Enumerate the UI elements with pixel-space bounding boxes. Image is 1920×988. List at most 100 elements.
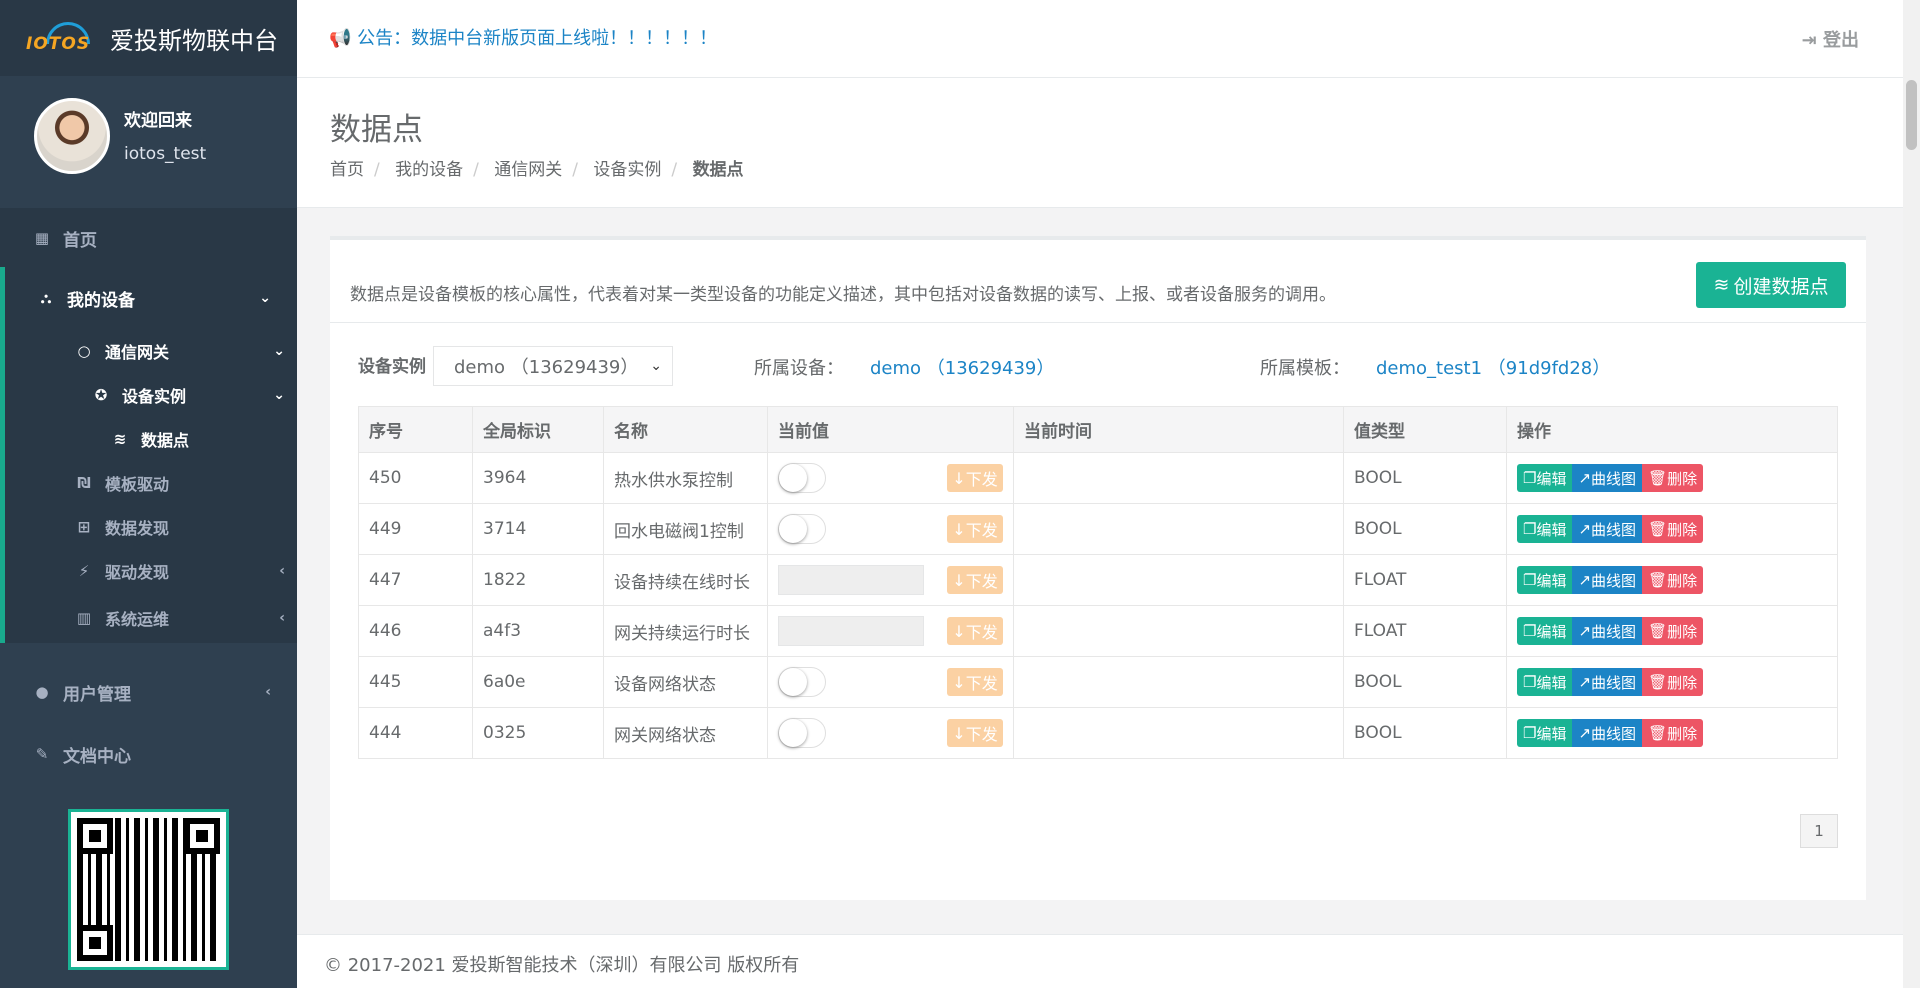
chevron-down-icon: ⌄ bbox=[650, 358, 662, 374]
sidebar-item-device-instance[interactable]: ✪ 设备实例 ⌄ bbox=[5, 373, 297, 417]
cell-actions: ❐ 编辑 ↗ 曲线图 🗑 删除 bbox=[1506, 452, 1838, 504]
pagination-page[interactable]: 1 bbox=[1800, 814, 1838, 848]
edit-label: 编辑 bbox=[1536, 673, 1567, 692]
delete-label: 删除 bbox=[1667, 673, 1698, 692]
chart-button[interactable]: ↗ 曲线图 bbox=[1572, 515, 1643, 543]
sidebar-item-template-driver[interactable]: ₪ 模板驱动 bbox=[5, 461, 297, 505]
create-data-point-button[interactable]: ≋ 创建数据点 bbox=[1696, 262, 1846, 308]
column-header[interactable]: 当前时间 bbox=[1013, 406, 1344, 453]
sidebar-item-home[interactable]: ▦ 首页 bbox=[0, 209, 297, 267]
delete-button[interactable]: 🗑 删除 bbox=[1642, 515, 1704, 543]
delete-label: 删除 bbox=[1667, 571, 1698, 590]
avatar[interactable] bbox=[34, 98, 110, 174]
device-label: 所属设备： bbox=[754, 358, 844, 379]
delete-button[interactable]: 🗑 删除 bbox=[1642, 668, 1704, 696]
trash-icon: 🗑 bbox=[1648, 673, 1668, 691]
breadcrumb-current: 数据点 bbox=[692, 160, 744, 180]
table-row: 445 6a0e 设备网络状态 ↓ 下发 BOOL ❐ 编辑 ↗ 曲线图 🗑 删除 bbox=[358, 656, 1838, 708]
cell-name: 网关网络状态 bbox=[603, 707, 768, 759]
send-button[interactable]: ↓ 下发 bbox=[947, 515, 1003, 543]
scrollbar-thumb[interactable] bbox=[1906, 80, 1917, 150]
sidebar-item-docs[interactable]: ✎ 文档中心 bbox=[0, 723, 297, 785]
page-scrollbar[interactable] bbox=[1903, 0, 1920, 988]
chart-button[interactable]: ↗ 曲线图 bbox=[1572, 668, 1643, 696]
copyright: © 2017-2021 爱投斯智能技术（深圳）有限公司 版权所有 bbox=[324, 955, 800, 976]
line-chart-icon: ↗ bbox=[1578, 571, 1592, 589]
value-input[interactable] bbox=[778, 565, 924, 595]
value-toggle[interactable] bbox=[778, 718, 826, 748]
edit-label: 编辑 bbox=[1536, 724, 1567, 743]
send-button[interactable]: ↓ 下发 bbox=[947, 566, 1003, 594]
device-link[interactable]: demo （13629439） bbox=[870, 354, 1054, 380]
column-header[interactable]: 值类型 bbox=[1343, 406, 1507, 453]
chart-button[interactable]: ↗ 曲线图 bbox=[1572, 464, 1643, 492]
sidebar-nav: ▦ 首页 ⛬ 我的设备 ⌄ ○ 通信网关 ⌄ ✪ 设备实例 ⌄ ≋ 数据点 ₪ … bbox=[0, 209, 297, 785]
value-toggle[interactable] bbox=[778, 463, 826, 493]
breadcrumb-home[interactable]: 首页 bbox=[330, 160, 364, 180]
cell-global-id: 1822 bbox=[472, 554, 604, 606]
sidebar-item-label: 模板驱动 bbox=[105, 475, 170, 494]
chart-button[interactable]: ↗ 曲线图 bbox=[1572, 719, 1643, 747]
sidebar-item-label: 系统运维 bbox=[105, 610, 170, 629]
edit-button[interactable]: ❐ 编辑 bbox=[1517, 719, 1573, 747]
table-row: 444 0325 网关网络状态 ↓ 下发 BOOL ❐ 编辑 ↗ 曲线图 🗑 删除 bbox=[358, 707, 1838, 759]
breadcrumb-separator: / bbox=[374, 160, 380, 180]
edit-button[interactable]: ❐ 编辑 bbox=[1517, 617, 1573, 645]
breadcrumb-device-instance[interactable]: 设备实例 bbox=[593, 160, 661, 180]
sidebar-item-my-devices[interactable]: ⛬ 我的设备 ⌄ bbox=[5, 267, 297, 329]
edit-button[interactable]: ❐ 编辑 bbox=[1517, 464, 1573, 492]
delete-label: 删除 bbox=[1667, 622, 1698, 641]
breadcrumb-gateway[interactable]: 通信网关 bbox=[494, 160, 562, 180]
sidebar-item-user-mgmt[interactable]: ● 用户管理 ‹ bbox=[0, 661, 297, 723]
username: iotos_test bbox=[124, 144, 207, 164]
delete-label: 删除 bbox=[1667, 520, 1698, 539]
sidebar-item-data-discovery[interactable]: ⊞ 数据发现 bbox=[5, 505, 297, 549]
device-instance-select[interactable]: demo （13629439） ⌄ bbox=[433, 346, 673, 386]
send-button[interactable]: ↓ 下发 bbox=[947, 668, 1003, 696]
sidebar-item-gateway[interactable]: ○ 通信网关 ⌄ bbox=[5, 329, 297, 373]
send-button[interactable]: ↓ 下发 bbox=[947, 464, 1003, 492]
column-header[interactable]: 全局标识 bbox=[472, 406, 604, 453]
breadcrumb-separator: / bbox=[671, 160, 678, 180]
announcement[interactable]: 📢 公告：数据中台新版页面上线啦！！！！！！ bbox=[329, 24, 717, 50]
send-button[interactable]: ↓ 下发 bbox=[947, 719, 1003, 747]
sidebar-item-label: 通信网关 bbox=[105, 343, 170, 362]
column-header[interactable]: 当前值 bbox=[767, 406, 1014, 453]
delete-button[interactable]: 🗑 删除 bbox=[1642, 617, 1704, 645]
edit-button[interactable]: ❐ 编辑 bbox=[1517, 668, 1573, 696]
send-label: 下发 bbox=[965, 623, 998, 642]
chevron-down-icon: ⌄ bbox=[273, 387, 285, 403]
cell-id: 450 bbox=[358, 452, 473, 504]
cell-current-time bbox=[1013, 452, 1344, 504]
rebel-icon: ✪ bbox=[94, 386, 108, 404]
edit-button[interactable]: ❐ 编辑 bbox=[1517, 515, 1573, 543]
cell-value-type: BOOL bbox=[1343, 707, 1507, 759]
chart-button[interactable]: ↗ 曲线图 bbox=[1572, 617, 1643, 645]
send-button[interactable]: ↓ 下发 bbox=[947, 617, 1003, 645]
column-header[interactable]: 操作 bbox=[1506, 406, 1838, 453]
chart-label: 曲线图 bbox=[1591, 673, 1637, 692]
value-toggle[interactable] bbox=[778, 514, 826, 544]
column-header[interactable]: 序号 bbox=[358, 406, 473, 453]
delete-button[interactable]: 🗑 删除 bbox=[1642, 566, 1704, 594]
column-header[interactable]: 名称 bbox=[603, 406, 768, 453]
brand[interactable]: IOTOS 爱投斯物联中台 bbox=[0, 0, 297, 76]
value-input[interactable] bbox=[778, 616, 924, 646]
send-label: 下发 bbox=[965, 725, 998, 744]
delete-button[interactable]: 🗑 删除 bbox=[1642, 719, 1704, 747]
logout-label: 登出 bbox=[1823, 30, 1859, 51]
delete-button[interactable]: 🗑 删除 bbox=[1642, 464, 1704, 492]
logout-button[interactable]: ⇥ 登出 bbox=[1802, 26, 1859, 52]
sidebar-item-driver-discovery[interactable]: ⚡ 驱动发现 ‹ bbox=[5, 549, 297, 593]
template-link[interactable]: demo_test1 （91d9fd28） bbox=[1376, 354, 1610, 380]
sidebar-item-system-ops[interactable]: ▥ 系统运维 ‹ bbox=[5, 593, 297, 643]
sidebar-item-data-points[interactable]: ≋ 数据点 bbox=[5, 417, 297, 461]
breadcrumb-my-devices[interactable]: 我的设备 bbox=[395, 160, 463, 180]
value-toggle[interactable] bbox=[778, 667, 826, 697]
edit-button[interactable]: ❐ 编辑 bbox=[1517, 566, 1573, 594]
divider bbox=[330, 322, 1866, 323]
chart-button[interactable]: ↗ 曲线图 bbox=[1572, 566, 1643, 594]
cell-current-time bbox=[1013, 656, 1344, 708]
cell-global-id: 6a0e bbox=[472, 656, 604, 708]
page-heading: 数据点 首页 / 我的设备 / 通信网关 / 设备实例 / 数据点 bbox=[297, 78, 1903, 208]
